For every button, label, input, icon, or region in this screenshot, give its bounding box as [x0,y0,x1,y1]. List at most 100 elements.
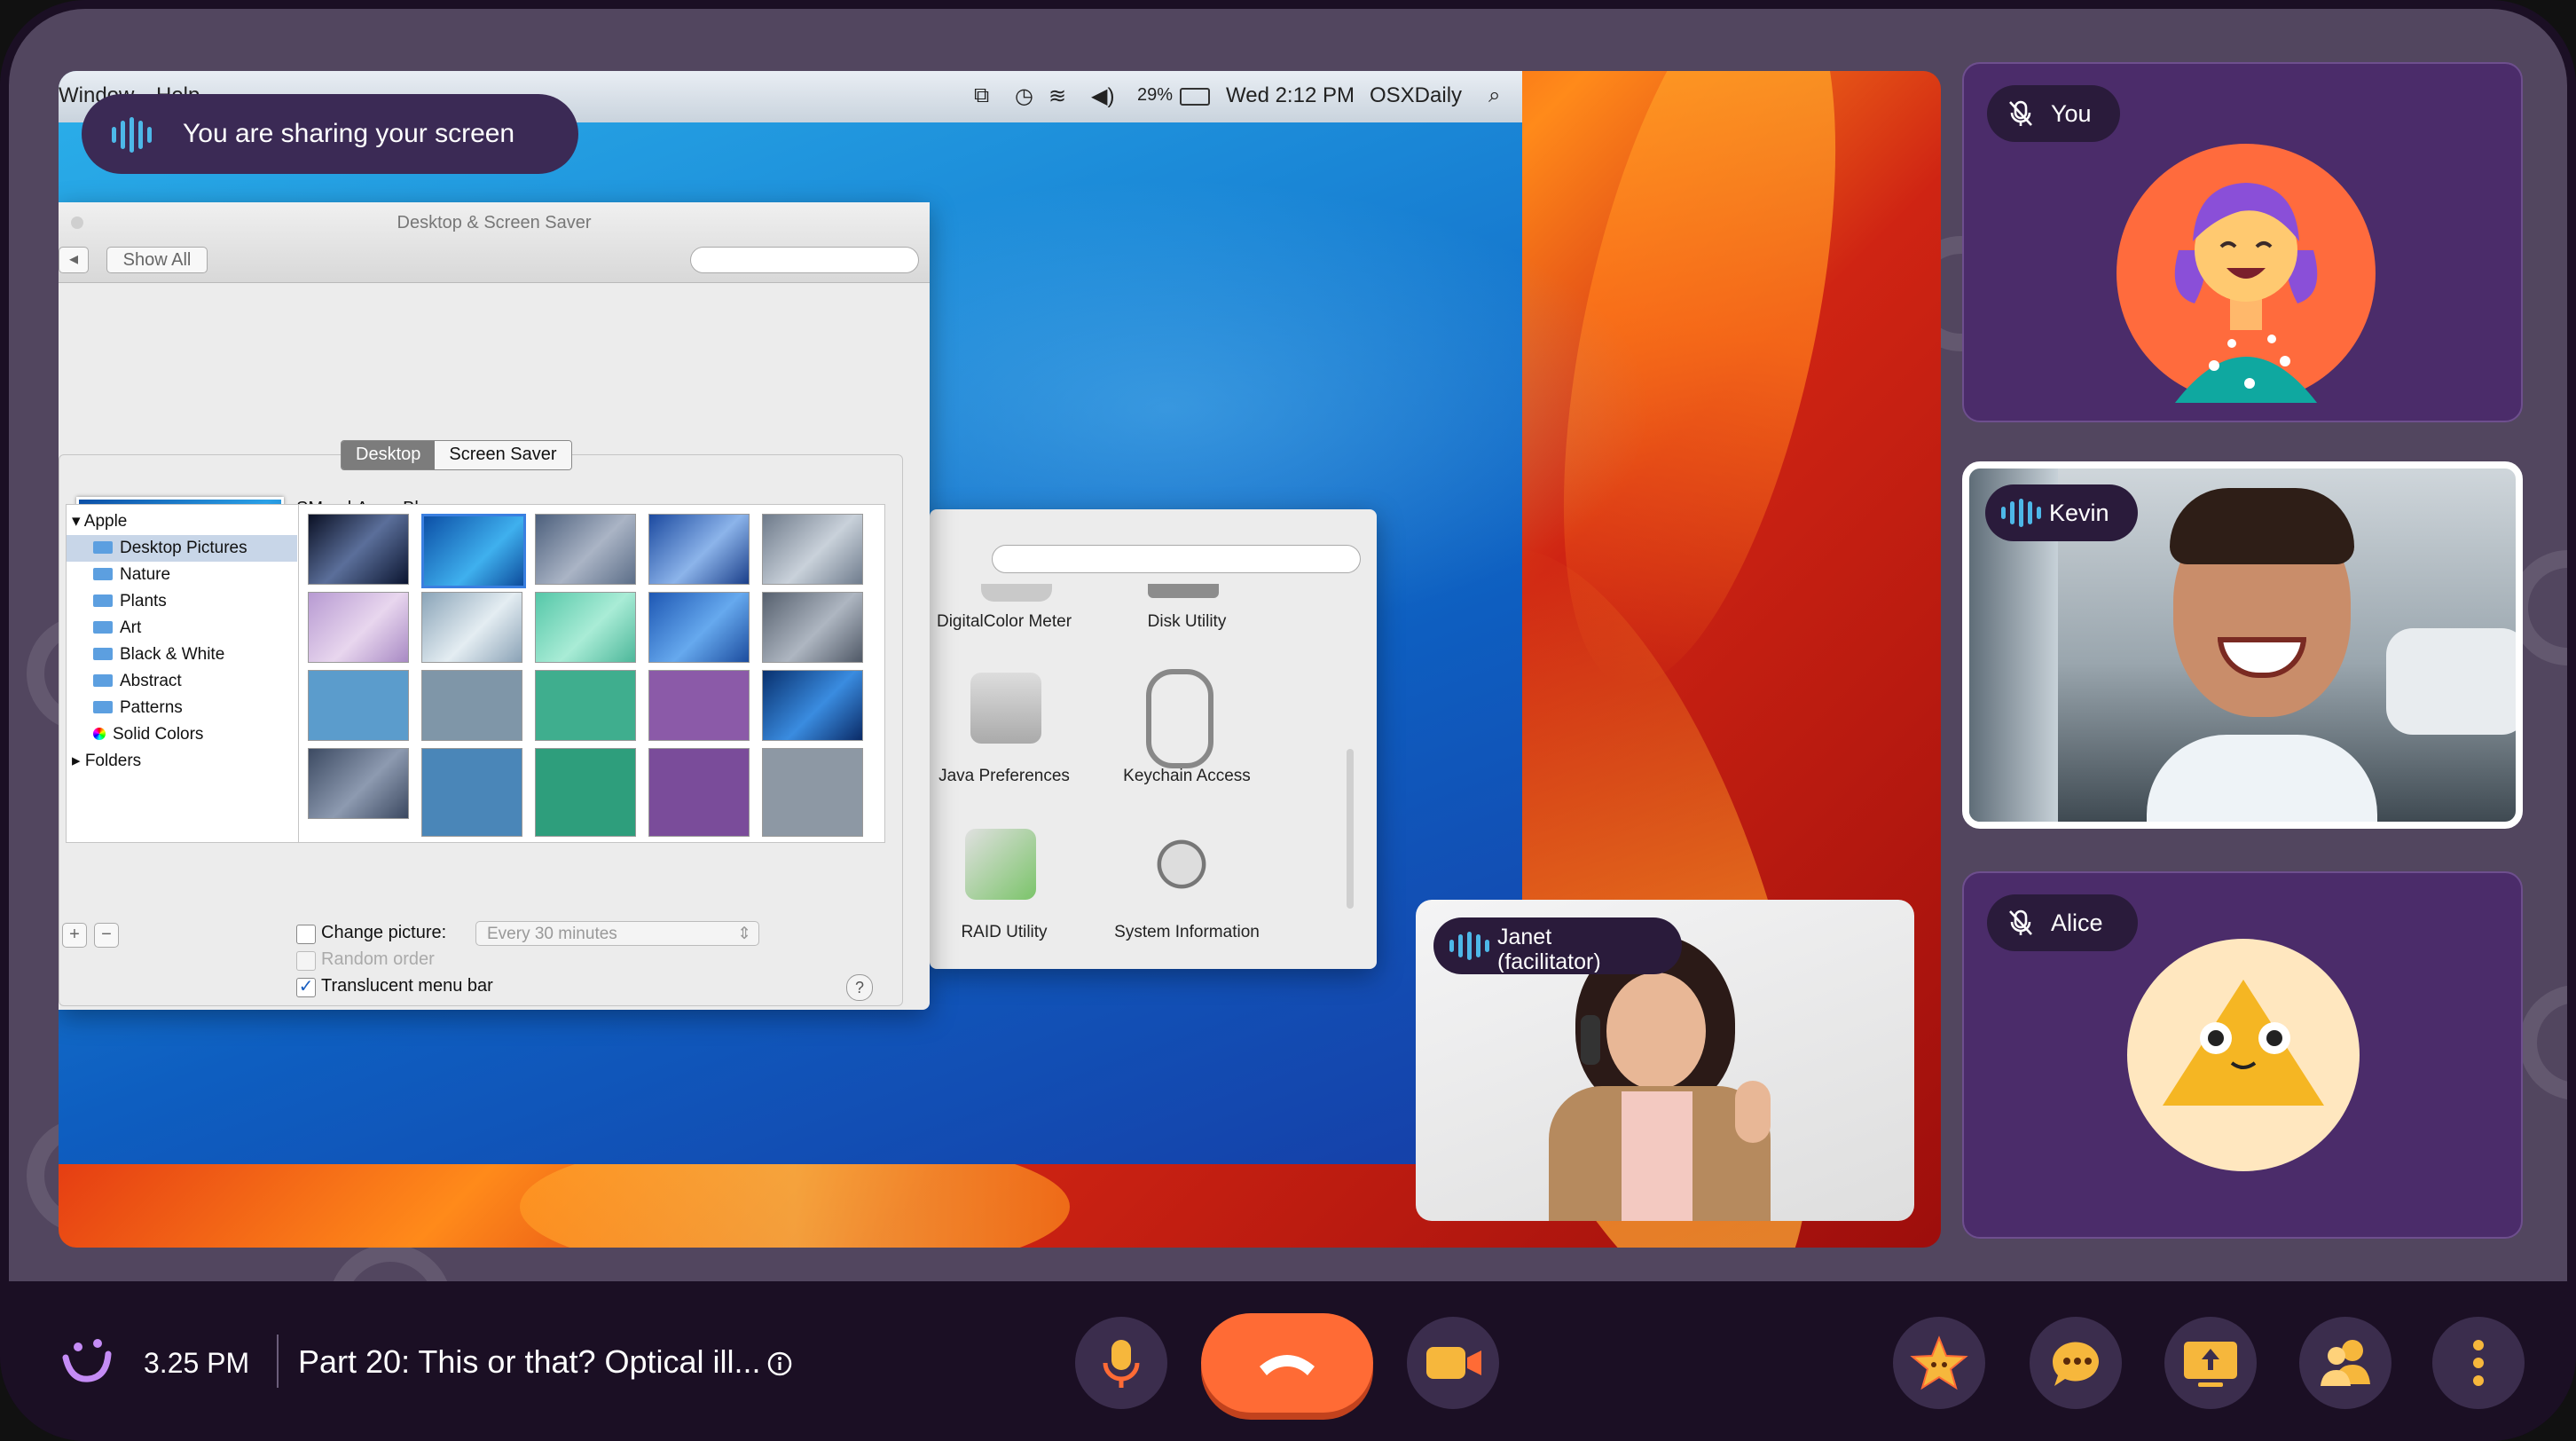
folder-icon [93,541,113,554]
battery-percent: 29% [1137,85,1174,105]
kevin-shirt [2147,735,2377,822]
chat-button[interactable] [2030,1317,2122,1409]
battery-icon[interactable] [1180,88,1210,106]
sidebar-item-solid-colors[interactable]: Solid Colors [93,721,203,748]
system-information-icon[interactable] [1146,829,1217,900]
digitalcolor-icon[interactable] [981,584,1052,602]
sidebar-group-apple[interactable]: ▾ Apple [72,508,127,535]
menubar-user[interactable]: OSXDaily [1370,83,1462,108]
sidebar-item-patterns[interactable]: Patterns [93,695,183,721]
disk-utility-icon[interactable] [1148,584,1219,598]
change-picture-checkbox[interactable] [296,925,316,944]
chevron-updown-icon: ⇕ [737,925,751,943]
wallpaper-thumb[interactable] [648,748,750,837]
translucent-menubar-checkbox[interactable]: ✓ [296,978,316,997]
util-label: RAID Utility [961,923,1048,941]
wallpaper-thumb[interactable] [421,748,522,837]
utilities-scrollbar[interactable] [1347,749,1354,909]
reactions-button[interactable] [1893,1317,1985,1409]
folder-icon [93,621,113,634]
wallpaper-thumb[interactable] [535,514,636,585]
sidebar-item-desktop-pictures[interactable]: Desktop Pictures [67,535,297,562]
wallpaper-thumb[interactable] [308,670,409,741]
chat-icon [2053,1342,2099,1386]
utilities-search[interactable] [992,545,1361,573]
wallpaper-thumb[interactable] [762,592,863,663]
wallpaper-thumb[interactable] [308,748,409,819]
wallpaper-thumb[interactable] [762,514,863,585]
close-window-icon[interactable] [71,217,83,229]
wallpaper-thumb[interactable] [308,592,409,663]
participant-tile-alice[interactable]: Alice [1962,871,2523,1239]
presenter-tile[interactable]: Janet (facilitator) [1416,900,1914,1221]
sidebar-item-black-white[interactable]: Black & White [93,642,224,668]
participant-tile-you[interactable]: You [1962,62,2523,422]
present-button[interactable] [2164,1317,2257,1409]
camera-button[interactable] [1407,1317,1499,1409]
star-icon [1910,1335,1968,1390]
participant-name: You [2051,100,2092,127]
volume-icon[interactable]: ◀) [1091,83,1114,109]
utilities-window: DigitalColor Meter Disk Utility Java Pre… [930,509,1377,969]
raid-utility-icon[interactable] [965,829,1036,900]
mic-muted-icon [2009,100,2032,126]
sidebar-item-art[interactable]: Art [93,615,141,642]
wallpaper-thumb[interactable] [648,592,750,663]
wallpaper-thumb[interactable] [421,592,522,663]
wallpaper-thumb[interactable] [648,514,750,585]
remove-folder-button[interactable]: − [94,923,119,948]
sidebar-item-plants[interactable]: Plants [93,588,167,615]
end-call-button[interactable] [1201,1313,1373,1413]
sidebar-item-abstract[interactable]: Abstract [93,668,182,695]
more-options-button[interactable] [2432,1317,2525,1409]
wallpaper-thumb[interactable] [535,670,636,741]
translucent-menubar-label: Translucent menu bar [321,976,493,996]
avatar-alice [2127,939,2360,1171]
folder-icon [93,595,113,607]
util-label: DigitalColor Meter [936,612,1072,631]
mirroring-icon[interactable]: ⧉ [974,83,989,108]
tab-screen-saver[interactable]: Screen Saver [435,441,571,469]
show-all-button[interactable]: Show All [106,247,208,273]
random-order-checkbox[interactable] [296,951,316,971]
interval-select[interactable]: Every 30 minutes ⇕ [475,921,759,946]
microphone-button[interactable] [1075,1317,1167,1409]
wallpaper-thumb[interactable] [308,514,409,585]
share-banner-text: You are sharing your screen [183,119,515,148]
util-label: Keychain Access [1123,767,1251,785]
back-button[interactable]: ◂ [59,247,89,273]
call-time: 3.25 PM [144,1347,250,1379]
wallpaper-thumb[interactable] [762,748,863,837]
wifi-icon[interactable]: ≋ [1048,83,1066,109]
divider [277,1335,279,1388]
people-button[interactable] [2299,1317,2391,1409]
sidebar-item-nature[interactable]: Nature [93,562,170,588]
wallpaper-thumb[interactable] [535,592,636,663]
picture-source-list: ▾ Apple Desktop Pictures Nature Plants A… [66,504,300,843]
present-icon [2184,1342,2237,1387]
wallpaper-thumb[interactable] [762,670,863,741]
mac-desktop: Window Help ⧉ ◷ ≋ ◀) 29% Wed 2:12 PM OSX… [59,71,1655,1164]
participant-tile-kevin[interactable]: Kevin [1962,461,2523,829]
wallpaper-thumb-selected[interactable] [421,514,526,588]
help-button[interactable]: ? [846,974,873,1001]
participant-name-tag: Kevin [1985,484,2138,541]
java-icon[interactable] [970,673,1041,744]
spotlight-icon[interactable]: ⌕ [1488,83,1500,108]
tab-desktop[interactable]: Desktop [342,441,436,469]
add-folder-button[interactable]: + [62,923,87,948]
presenter-shirt [1622,1091,1692,1221]
wallpaper-thumb[interactable] [535,748,636,837]
prefs-search-input[interactable] [690,247,919,273]
wallpaper-thumb[interactable] [421,670,522,741]
session-title: Part 20: This or that? Optical ill... [298,1343,761,1380]
time-machine-icon[interactable]: ◷ [1015,83,1033,109]
keychain-icon[interactable] [1146,669,1213,768]
folder-icon [93,674,113,687]
util-label: Disk Utility [1147,612,1227,631]
wallpaper-thumb[interactable] [648,670,750,741]
sidebar-group-folders[interactable]: ▸ Folders [72,748,141,775]
menubar-clock[interactable]: Wed 2:12 PM [1226,83,1355,108]
info-icon[interactable] [766,1350,793,1377]
desktop-screensaver-window: Desktop & Screen Saver ◂ Show All Deskto… [59,202,930,1010]
